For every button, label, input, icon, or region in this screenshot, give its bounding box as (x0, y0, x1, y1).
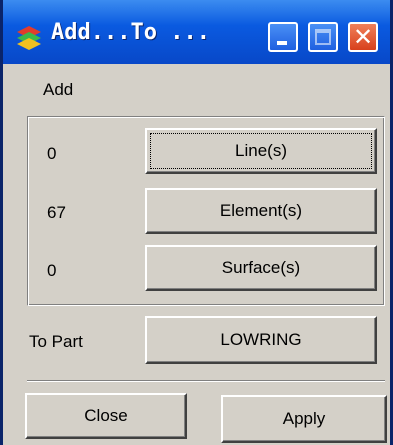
to-part-label: To Part (29, 332, 83, 351)
surface-button[interactable]: Surface(s) (145, 245, 377, 291)
title-bar[interactable]: Add...To ... ✕ (3, 0, 390, 64)
maximize-icon (315, 29, 331, 45)
line-button[interactable]: Line(s) (145, 128, 377, 174)
part-select-button[interactable]: LOWRING (145, 316, 377, 364)
app-icon (17, 26, 41, 50)
add-label: Add (43, 80, 74, 99)
element-button[interactable]: Element(s) (145, 188, 377, 234)
minimize-button[interactable] (268, 22, 298, 52)
separator (27, 380, 385, 382)
apply-button[interactable]: Apply (221, 395, 387, 443)
close-icon: ✕ (352, 23, 374, 51)
surface-count: 0 (47, 261, 57, 280)
maximize-button[interactable] (308, 22, 338, 52)
minimize-icon (277, 41, 287, 45)
close-window-button[interactable]: ✕ (348, 22, 378, 52)
add-to-dialog: Add...To ... ✕ Add 0 Line(s) 67 Element(… (0, 0, 393, 445)
close-button[interactable]: Close (25, 393, 187, 439)
window-title: Add...To ... (51, 20, 210, 45)
line-count: 0 (47, 144, 57, 163)
element-count: 67 (47, 203, 66, 222)
